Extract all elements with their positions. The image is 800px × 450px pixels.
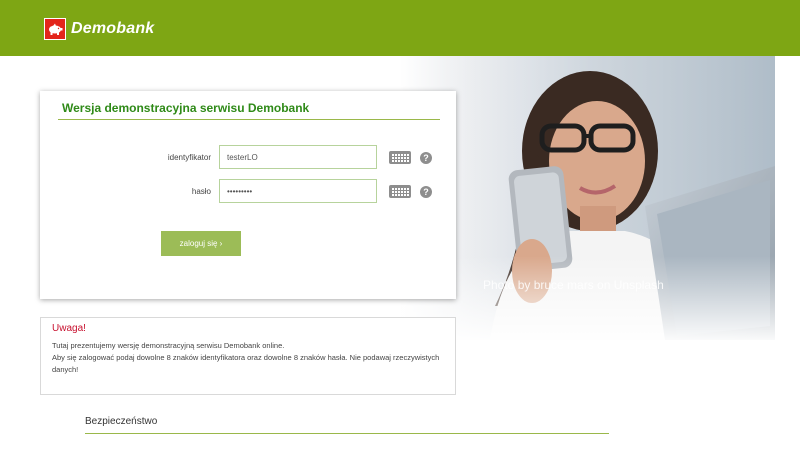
login-title: Wersja demonstracyjna serwisu Demobank <box>62 101 310 115</box>
login-id-input[interactable] <box>219 145 377 169</box>
login-button[interactable]: zaloguj się › <box>161 231 241 256</box>
piggy-bank-icon <box>44 18 66 40</box>
password-label: hasło <box>191 187 211 196</box>
password-input[interactable] <box>219 179 377 203</box>
warning-text-2: Aby się zalogować podaj dowolne 8 znaków… <box>52 353 440 374</box>
title-divider <box>58 119 440 120</box>
top-bar: Demobank <box>0 0 800 56</box>
warning-box: Uwaga! Tutaj prezentujemy wersję demonst… <box>40 317 456 395</box>
brand-name: Demobank <box>71 20 155 37</box>
warning-text-1: Tutaj prezentujemy wersję demonstracyjną… <box>52 341 285 350</box>
keyboard-icon[interactable] <box>389 185 411 198</box>
security-heading[interactable]: Bezpieczeństwo <box>85 416 157 427</box>
warning-title: Uwaga! <box>52 323 86 334</box>
keyboard-icon[interactable] <box>389 151 411 164</box>
demobank-logo[interactable]: Demobank <box>44 18 154 40</box>
security-divider <box>85 433 609 434</box>
login-panel: Wersja demonstracyjna serwisu Demobank i… <box>40 91 456 299</box>
photo-credit: Photo by bruce mars on Unsplash <box>483 278 664 292</box>
help-icon[interactable]: ? <box>420 186 432 198</box>
help-icon[interactable]: ? <box>420 152 432 164</box>
login-id-label: identyfikator <box>167 153 211 162</box>
